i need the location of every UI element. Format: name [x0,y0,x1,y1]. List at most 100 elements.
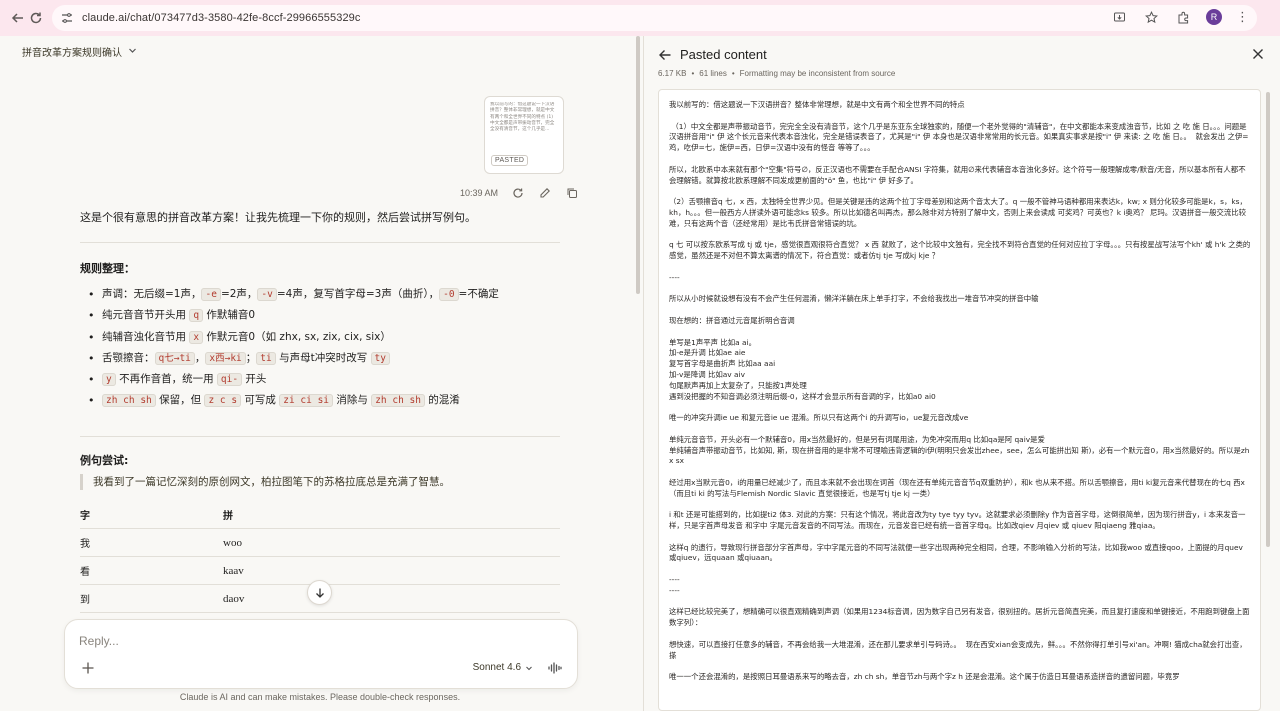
pasted-meta: 6.17 KB • 61 lines • Formatting may be i… [658,69,895,78]
rule-text: 纯辅音浊化音节用 [102,330,190,343]
pasted-text-box[interactable]: 我以前写的：借这题说一下汉语拼音？整体非常理想，就是中文有两个和全世界不同的特点… [658,89,1261,711]
rule-text: 不再作音首，统一用 [115,373,217,386]
install-app-icon[interactable] [1110,8,1128,26]
pasted-tag: PASTED [491,155,529,166]
inline-code: ti [256,351,276,365]
reply-composer[interactable]: Reply... Sonnet 4.6 [64,619,578,689]
rule-item: zh ch sh 保留，但 z c s 可写成 zi ci si 消除与 zh … [88,390,563,412]
model-name: Sonnet 4.6 [472,662,521,673]
meta-separator: • [691,69,695,78]
inline-code: z c s [204,394,242,408]
rule-item: 纯辅音浊化音节用 x 作默元音0（如 zhx, sx, zix, cix, si… [88,327,563,349]
model-selector[interactable]: Sonnet 4.6 [473,662,533,673]
table-header-pinyin: 拼 [223,511,233,522]
pasted-preview-text: 我以前写的：借这题说一下汉语拼音？整体非常理想，就是中文有两个和全世界不同的特点… [490,102,555,133]
table-header-row: 字 拼 [80,501,560,529]
inline-code: -e [201,288,221,301]
arrow-down-icon [315,588,324,598]
chat-scrollbar[interactable] [636,36,640,294]
table-row: 我 woo [80,529,560,557]
response-intro: 这是个很有意思的拼音改革方案！让我先梳理一下你的规则，然后尝试拼写例句。 [80,211,476,224]
inline-code: -0 [439,288,459,301]
inline-code: x西→ki [205,351,246,365]
disclaimer-text: Claude is AI and can make mistakes. Plea… [179,692,461,702]
address-bar[interactable]: claude.ai/chat/073477d3-3580-42fe-8ccf-2… [52,5,1257,31]
browser-menu-icon[interactable]: ⋮ [1236,10,1249,25]
rule-item: 舌颚擦音：q七→ti，x西→ki；ti 与声母t冲突时改写 ty [88,348,563,369]
reply-input[interactable]: Reply... [79,634,119,648]
pasted-scrollbar[interactable] [1266,92,1270,547]
rule-text: 保留，但 [155,394,205,407]
rule-text: =2声， [220,288,258,300]
back-arrow-icon[interactable] [658,48,672,66]
pasted-attachment-card[interactable]: 我以前写的：借这题说一下汉语拼音？整体非常理想，就是中文有两个和全世界不同的特点… [484,96,564,174]
add-attachment-button[interactable] [81,660,95,679]
inline-code: zi ci si [279,394,334,408]
table-header-char: 字 [80,511,90,522]
extensions-icon[interactable] [1174,8,1192,26]
rule-text: 与声母t冲突时改写 [275,351,371,364]
copy-icon[interactable] [565,186,579,200]
pasted-size: 6.17 KB [658,69,687,78]
pasted-content-panel: Pasted content 6.17 KB • 61 lines • Form… [643,36,1280,711]
panel-title: Pasted content [680,47,767,62]
table-cell-pinyin: kaav [223,564,244,577]
chat-title: 拼音改革方案规则确认 [22,48,122,59]
rules-heading: 规则整理： [80,262,135,275]
inline-code: -v [257,288,277,301]
message-time: 10:39 AM [460,188,499,198]
examples-heading: 例句尝试: [80,454,129,467]
rule-text: 声调：无后缀=1声， [102,288,202,300]
rule-text: 作默元音0（如 zhx, sx, zix, cix, six） [203,330,391,343]
chat-panel: 拼音改革方案规则确认 我以前写的：借这题说一下汉语拼音？整体非常理想，就是中文有… [0,36,643,711]
table-cell-pinyin: woo [223,536,242,549]
rule-item: 纯元音音节开头用 q 作默辅音0 [88,305,563,327]
site-info-icon[interactable] [60,11,74,25]
voice-mode-icon[interactable] [547,660,563,676]
table-cell-pinyin: daov [223,592,245,605]
rule-text: 可写成 [241,394,280,407]
chevron-down-icon [526,666,532,670]
close-icon[interactable] [1252,46,1264,64]
divider [80,436,560,437]
inline-code: q七→ti [154,351,195,365]
pasted-note: Formatting may be inconsistent from sour… [739,69,896,78]
plus-icon [82,662,94,674]
bookmark-star-icon[interactable] [1142,8,1160,26]
scroll-to-bottom-button[interactable] [307,580,332,605]
inline-code: zh ch sh [102,394,156,408]
rule-text: ； [245,351,257,364]
browser-toolbar: claude.ai/chat/073477d3-3580-42fe-8ccf-2… [0,0,1280,36]
rule-text: 作默辅音0 [203,309,256,322]
inline-code: y [102,373,116,387]
rule-text: 纯元音音节开头用 [102,309,190,322]
reload-icon[interactable] [24,6,48,30]
rule-text: 开头 [242,373,267,386]
pasted-text: 我以前写的：借这题说一下汉语拼音？整体非常理想，就是中文有两个和全世界不同的特点… [669,100,1251,682]
pasted-lines: 61 lines [699,69,727,78]
inline-code: zh ch sh [371,394,425,408]
table-cell-char: 看 [80,567,90,578]
message-meta: 10:39 AM [460,186,579,200]
rule-text: 的混淆 [424,394,460,407]
chat-title-dropdown[interactable]: 拼音改革方案规则确认 [22,44,137,59]
inline-code: qi- [216,373,243,387]
rule-item: 声调：无后缀=1声，-e=2声，-v=4声，复写首字母=3声（曲折），-0=不确… [88,284,563,306]
rule-text: 消除与 [333,394,372,407]
example-quote: 我看到了一篇记忆深刻的原创网文，柏拉图笔下的苏格拉底总是充满了智慧。 [80,474,560,490]
rule-text: ， [194,351,206,364]
inline-code: ty [370,351,390,365]
rule-text: 舌颚擦音： [102,351,155,364]
rule-text: =不确定 [458,288,499,300]
meta-separator: • [731,69,735,78]
retry-icon[interactable] [511,186,525,200]
rules-list: 声调：无后缀=1声，-e=2声，-v=4声，复写首字母=3声（曲折），-0=不确… [88,284,563,412]
inline-code: q [189,309,204,323]
table-cell-char: 我 [80,539,90,550]
url-text[interactable]: claude.ai/chat/073477d3-3580-42fe-8ccf-2… [82,12,360,24]
divider [80,242,560,243]
table-cell-char: 到 [80,595,90,606]
rule-item: y 不再作音首，统一用 qi- 开头 [88,369,563,391]
profile-avatar[interactable]: R [1206,9,1222,25]
edit-icon[interactable] [538,186,552,200]
